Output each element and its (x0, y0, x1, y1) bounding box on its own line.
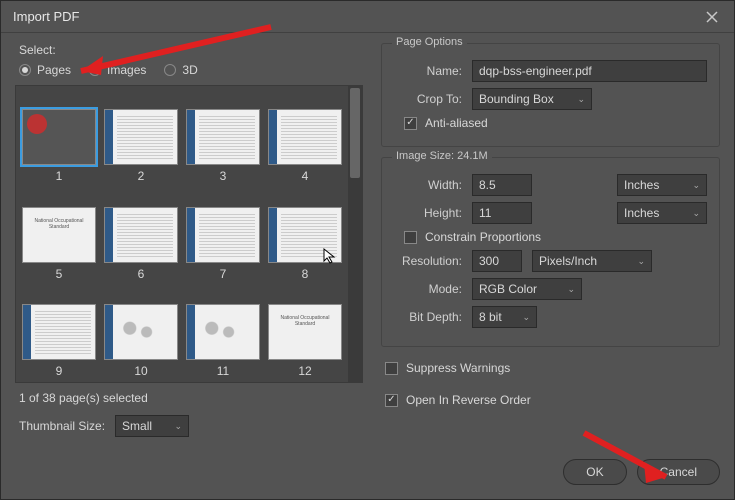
page-thumb-9[interactable] (22, 304, 96, 360)
radio-3d-label: 3D (182, 63, 197, 77)
width-label: Width: (394, 178, 462, 192)
radio-pages-label: Pages (37, 63, 71, 77)
name-input[interactable] (472, 60, 707, 82)
resolution-unit-select[interactable]: Pixels/Inch⌄ (532, 250, 652, 272)
thumbnail-grid: 1 2 3 4 5 6 7 8 9 10 11 12 (15, 85, 363, 383)
crop-select[interactable]: Bounding Box⌄ (472, 88, 592, 110)
page-options-group: Page Options Name: Crop To: Bounding Box… (381, 43, 720, 147)
ok-button[interactable]: OK (563, 459, 626, 485)
image-size-legend: Image Size: 24.1M (392, 150, 492, 162)
height-label: Height: (394, 206, 462, 220)
page-thumb-11[interactable] (186, 304, 260, 360)
thumb-size-label: Thumbnail Size: (19, 419, 105, 433)
check-icon (385, 362, 398, 375)
resolution-input[interactable] (472, 250, 522, 272)
anti-aliased-checkbox[interactable]: Anti-aliased (404, 116, 707, 130)
radio-pages[interactable]: Pages (19, 63, 71, 77)
reverse-order-checkbox[interactable]: Open In Reverse Order (385, 393, 720, 407)
page-thumb-10[interactable] (104, 304, 178, 360)
height-unit-select[interactable]: Inches⌄ (617, 202, 707, 224)
radio-3d[interactable]: 3D (164, 63, 197, 77)
page-thumb-6[interactable] (104, 207, 178, 263)
image-size-group: Image Size: 24.1M Width: Inches⌄ Height:… (381, 157, 720, 347)
mode-label: Mode: (394, 282, 462, 296)
left-panel: Select: Pages Images 3D 1 2 3 4 5 6 7 8 (15, 43, 363, 485)
dialog-title: Import PDF (13, 9, 79, 24)
page-thumb-12[interactable] (268, 304, 342, 360)
page-thumb-1[interactable] (22, 109, 96, 165)
titlebar: Import PDF (1, 1, 734, 33)
check-icon (404, 231, 417, 244)
crop-label: Crop To: (394, 92, 462, 106)
width-input[interactable] (472, 174, 532, 196)
import-pdf-dialog: Import PDF Select: Pages Images 3D 1 2 3 (0, 0, 735, 500)
bitdepth-label: Bit Depth: (394, 310, 462, 324)
width-unit-select[interactable]: Inches⌄ (617, 174, 707, 196)
select-radio-group: Pages Images 3D (19, 63, 363, 77)
cursor-icon (322, 247, 338, 265)
dialog-buttons: OK Cancel (381, 443, 720, 485)
radio-images[interactable]: Images (89, 63, 146, 77)
page-thumb-4[interactable] (268, 109, 342, 165)
thumb-size-select[interactable]: Small⌄ (115, 415, 189, 437)
select-label: Select: (19, 43, 363, 57)
right-panel: Page Options Name: Crop To: Bounding Box… (381, 43, 720, 485)
thumb-scrollbar[interactable] (348, 86, 362, 382)
selection-status: 1 of 38 page(s) selected (19, 391, 363, 405)
suppress-warnings-checkbox[interactable]: Suppress Warnings (385, 361, 720, 375)
close-button[interactable] (702, 7, 722, 27)
check-icon (404, 117, 417, 130)
bitdepth-select[interactable]: 8 bit⌄ (472, 306, 537, 328)
page-options-legend: Page Options (392, 36, 467, 48)
mode-select[interactable]: RGB Color⌄ (472, 278, 582, 300)
radio-images-label: Images (107, 63, 146, 77)
page-thumb-7[interactable] (186, 207, 260, 263)
height-input[interactable] (472, 202, 532, 224)
page-thumb-3[interactable] (186, 109, 260, 165)
page-thumb-5[interactable] (22, 207, 96, 263)
constrain-checkbox[interactable]: Constrain Proportions (404, 230, 707, 244)
resolution-label: Resolution: (384, 254, 462, 268)
check-icon (385, 394, 398, 407)
cancel-button[interactable]: Cancel (637, 459, 720, 485)
name-label: Name: (394, 64, 462, 78)
page-thumb-2[interactable] (104, 109, 178, 165)
